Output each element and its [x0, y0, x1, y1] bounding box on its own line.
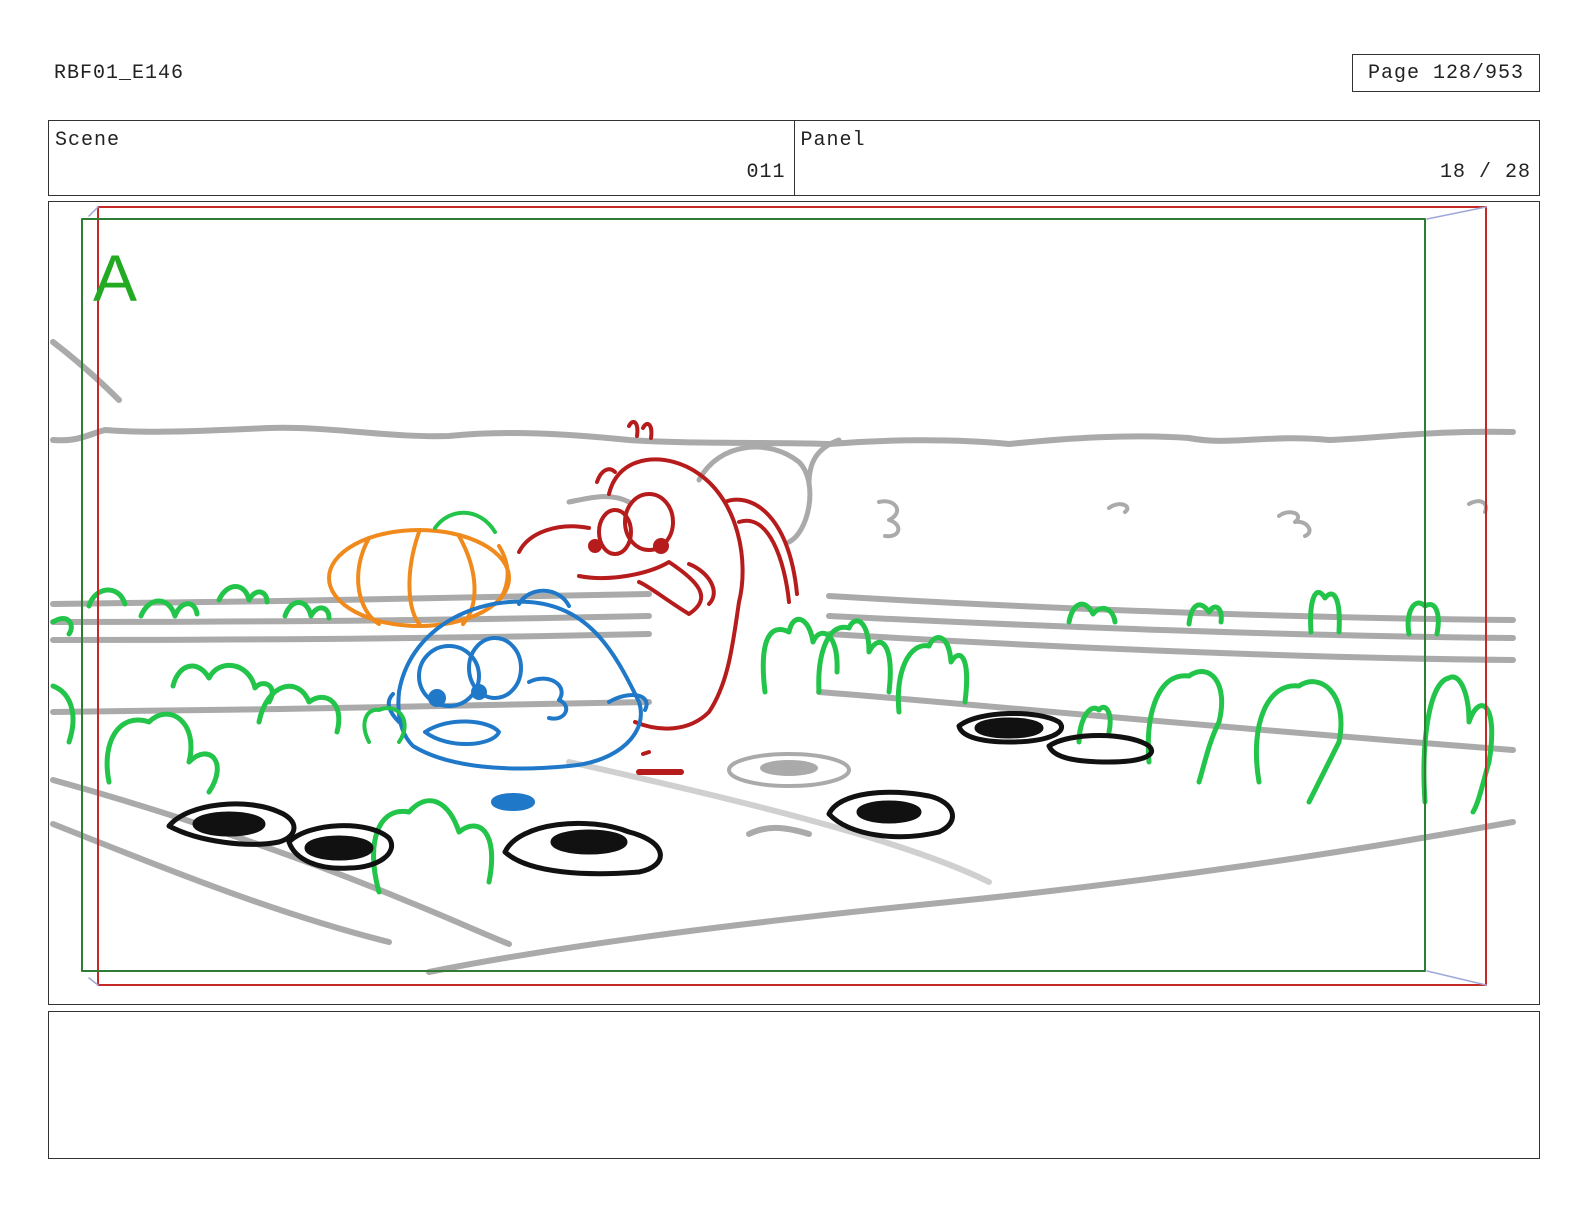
scene-panel-info: Scene 011 Panel 18 / 28 [48, 120, 1540, 196]
page-counter: Page 128/953 [1352, 54, 1540, 92]
document-id: RBF01_E146 [54, 62, 185, 85]
panel-letter: A [93, 241, 138, 315]
pumpkin-sketch [327, 510, 511, 628]
scene-number: 011 [746, 161, 786, 184]
holes-sketch [166, 710, 1154, 877]
panel-label: Panel [800, 129, 866, 152]
action-safe-guide [97, 206, 1487, 986]
scene-cell: Scene 011 [49, 121, 794, 195]
notes-box [48, 1011, 1540, 1159]
storyboard-frame: A [48, 201, 1540, 1005]
panel-cell: Panel 18 / 28 [793, 121, 1540, 195]
background-sketch [50, 339, 1516, 975]
storyboard-sketch [50, 206, 1516, 986]
scene-label: Scene [55, 129, 121, 152]
title-safe-guide [81, 218, 1426, 972]
panel-number: 18 / 28 [1439, 161, 1531, 184]
